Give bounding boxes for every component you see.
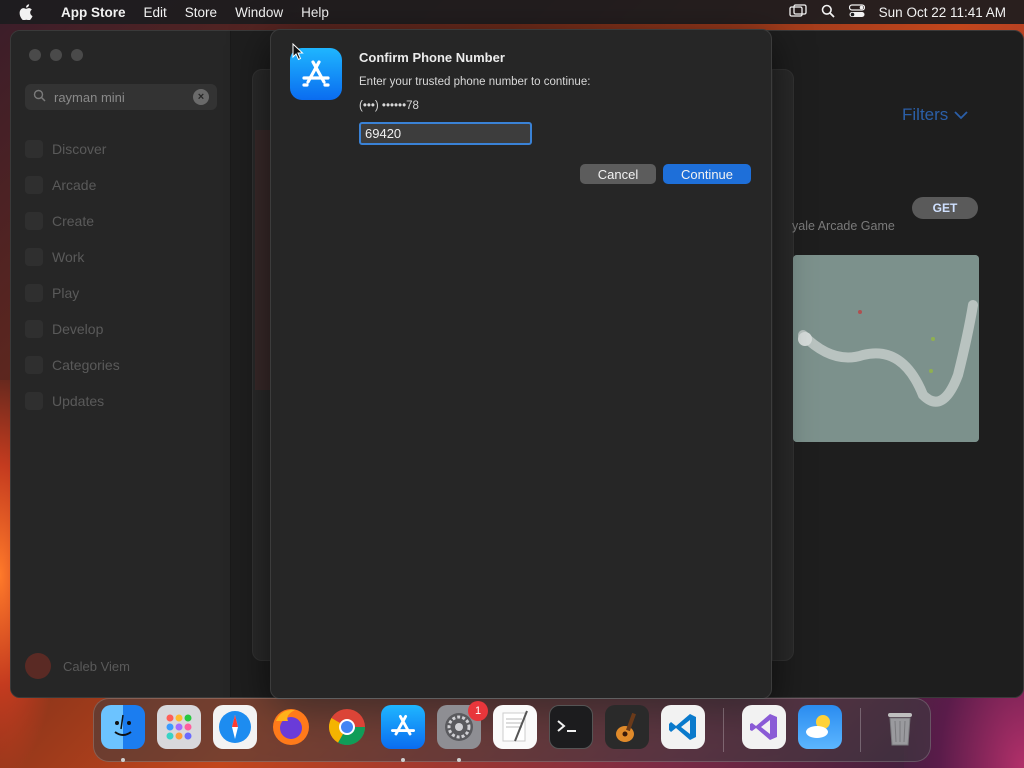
- weather-icon[interactable]: [798, 705, 842, 749]
- mouse-cursor-icon: [292, 42, 304, 66]
- sidebar-item-arcade[interactable]: Arcade: [11, 167, 230, 203]
- menu-window[interactable]: Window: [226, 5, 292, 20]
- avatar: [25, 653, 51, 679]
- sidebar-item-play[interactable]: Play: [11, 275, 230, 311]
- play-icon: [25, 284, 43, 302]
- cancel-button[interactable]: Cancel: [580, 164, 656, 184]
- trash-icon[interactable]: [878, 705, 922, 749]
- finder-icon[interactable]: [101, 705, 145, 749]
- launchpad-icon[interactable]: [157, 705, 201, 749]
- game-screenshot-thumbnail[interactable]: [793, 255, 979, 442]
- sidebar-item-label: Work: [52, 249, 85, 265]
- close-window-button[interactable]: [29, 49, 41, 61]
- sidebar-item-label: Updates: [52, 393, 105, 409]
- filters-label: Filters: [902, 105, 949, 124]
- spotlight-search-icon[interactable]: [821, 4, 835, 21]
- sidebar-item-label: Develop: [52, 321, 104, 337]
- menu-store[interactable]: Store: [176, 5, 226, 20]
- updates-icon: [25, 392, 43, 410]
- search-icon: [33, 89, 46, 105]
- continue-button[interactable]: Continue: [663, 164, 751, 184]
- safari-icon[interactable]: [213, 705, 257, 749]
- sidebar-item-create[interactable]: Create: [11, 203, 230, 239]
- discover-icon: [25, 140, 43, 158]
- settings-notification-badge: 1: [468, 701, 488, 721]
- menu-bar: App Store Edit Store Window Help Sun Oct…: [0, 0, 1024, 24]
- zoom-window-button[interactable]: [71, 49, 83, 61]
- app-subtitle: yale Arcade Game: [792, 219, 895, 233]
- sidebar-item-label: Arcade: [52, 177, 97, 193]
- sidebar-search-field[interactable]: rayman mini ×: [25, 84, 217, 110]
- app-store-running-indicator: [401, 758, 405, 762]
- account-button[interactable]: Caleb Viem: [25, 653, 130, 679]
- user-name: Caleb Viem: [63, 658, 130, 674]
- settings-running-indicator: [457, 758, 461, 762]
- finder-running-indicator: [121, 758, 125, 762]
- sidebar-item-discover[interactable]: Discover: [11, 131, 230, 167]
- create-icon: [25, 212, 43, 230]
- sidebar: rayman mini × Discover Arcade Create Wor…: [11, 31, 231, 697]
- menu-help[interactable]: Help: [292, 5, 338, 20]
- categories-icon: [25, 356, 43, 374]
- minimize-window-button[interactable]: [50, 49, 62, 61]
- dialog-title: Confirm Phone Number: [359, 50, 505, 65]
- clear-search-icon[interactable]: ×: [193, 89, 209, 105]
- vscode-icon[interactable]: [661, 705, 705, 749]
- menu-bar-status: Sun Oct 22 11:41 AM: [789, 3, 1024, 21]
- get-button[interactable]: GET: [912, 197, 978, 219]
- sidebar-item-updates[interactable]: Updates: [11, 383, 230, 419]
- phone-number-input[interactable]: [359, 122, 532, 145]
- dock-separator: [723, 708, 724, 752]
- menu-edit[interactable]: Edit: [135, 5, 176, 20]
- garageband-icon[interactable]: [605, 705, 649, 749]
- search-value: rayman mini: [54, 89, 125, 105]
- sidebar-item-label: Create: [52, 213, 95, 229]
- confirm-phone-dialog: Confirm Phone Number Enter your trusted …: [270, 29, 772, 699]
- sidebar-item-develop[interactable]: Develop: [11, 311, 230, 347]
- develop-icon: [25, 320, 43, 338]
- sidebar-item-categories[interactable]: Categories: [11, 347, 230, 383]
- sidebar-item-label: Categories: [52, 357, 120, 373]
- dialog-prompt: Enter your trusted phone number to conti…: [359, 76, 591, 88]
- screen-mirroring-icon[interactable]: [789, 3, 807, 21]
- window-controls: [29, 49, 83, 61]
- menu-bar-clock[interactable]: Sun Oct 22 11:41 AM: [879, 5, 1006, 20]
- dock-separator: [860, 708, 861, 752]
- textedit-icon[interactable]: [493, 705, 537, 749]
- firefox-icon[interactable]: [269, 705, 313, 749]
- visual-studio-icon[interactable]: [742, 705, 786, 749]
- chrome-icon[interactable]: [325, 705, 369, 749]
- apple-menu-icon[interactable]: [0, 4, 52, 20]
- sidebar-item-label: Discover: [52, 141, 107, 157]
- filters-button[interactable]: Filters: [902, 105, 968, 125]
- terminal-icon[interactable]: [549, 705, 593, 749]
- app-store-dock-icon[interactable]: [381, 705, 425, 749]
- sidebar-nav: Discover Arcade Create Work Play Develop…: [11, 131, 230, 419]
- control-center-icon[interactable]: [848, 3, 865, 21]
- menu-app-name[interactable]: App Store: [52, 5, 135, 20]
- masked-phone-number: (•••) ••••••78: [359, 100, 419, 112]
- work-icon: [25, 248, 43, 266]
- game-card-right[interactable]: [772, 69, 794, 661]
- chevron-down-icon: [954, 111, 968, 120]
- arcade-icon: [25, 176, 43, 194]
- sidebar-item-label: Play: [52, 285, 80, 301]
- sidebar-item-work[interactable]: Work: [11, 239, 230, 275]
